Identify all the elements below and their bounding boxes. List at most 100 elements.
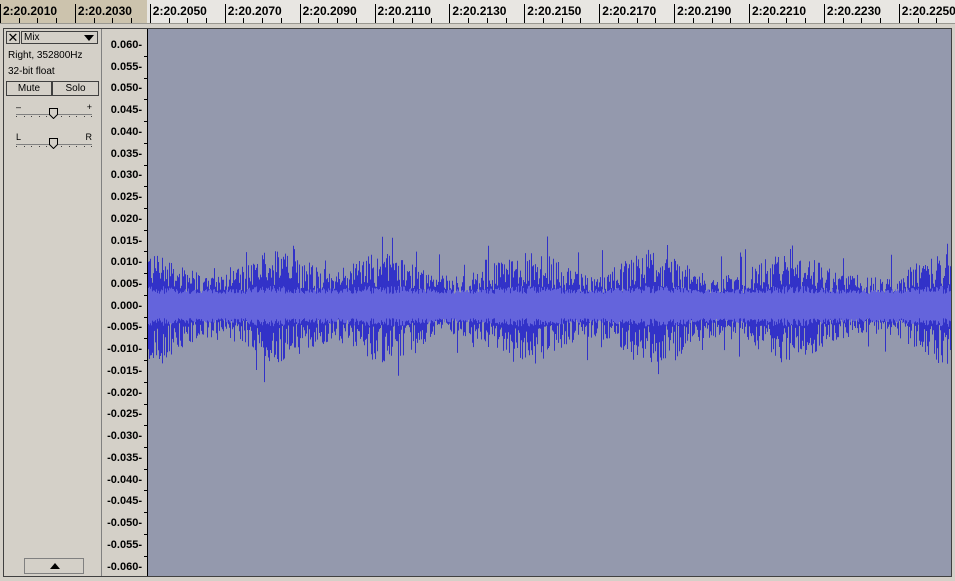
- ruler-minor-tick: [355, 18, 357, 23]
- ruler-minor-tick: [505, 18, 507, 23]
- waveform-rms-path: [148, 285, 951, 327]
- ruler-major-tick: [0, 4, 1, 23]
- ruler-minor-tick: [37, 18, 39, 23]
- amplitude-label: 0.025-: [110, 191, 142, 204]
- ruler-minor-tick: [411, 18, 413, 23]
- amplitude-minor-tick: [144, 229, 147, 231]
- amplitude-label: -0.060-: [107, 560, 142, 573]
- amplitude-minor-tick: [144, 77, 147, 79]
- amplitude-minor-tick: [144, 55, 147, 57]
- amplitude-label: -0.050-: [107, 517, 142, 530]
- ruler-minor-tick: [842, 18, 844, 23]
- amplitude-minor-tick: [144, 207, 147, 209]
- amplitude-label: -0.005-: [107, 321, 142, 334]
- slider-tick-dot: [68, 116, 70, 117]
- amplitude-label: 0.035-: [110, 147, 142, 160]
- slider-tick-dot: [76, 146, 77, 147]
- amplitude-label: 0.050-: [110, 82, 142, 95]
- gain-slider-thumb[interactable]: [49, 108, 58, 119]
- slider-tick-dot: [38, 146, 40, 147]
- pan-left-label: L: [16, 132, 22, 142]
- ruler-minor-tick: [93, 18, 95, 23]
- ruler-major-tick: [149, 4, 151, 23]
- slider-tick-dot: [31, 116, 32, 117]
- amplitude-minor-tick: [144, 251, 147, 253]
- amplitude-label: -0.055-: [107, 538, 142, 551]
- track-name-dropdown[interactable]: Mix: [21, 31, 98, 44]
- ruler-time-label: 2:20.2230: [826, 4, 881, 18]
- amplitude-minor-tick: [144, 121, 147, 123]
- gain-plus-label: +: [86, 102, 92, 112]
- ruler-minor-tick: [636, 18, 638, 23]
- track-control-panel[interactable]: ✕ Mix Right, 352800Hz 32-bit float Mute …: [4, 29, 102, 576]
- ruler-minor-tick: [112, 18, 114, 23]
- amplitude-minor-tick: [144, 360, 147, 362]
- ruler-minor-tick: [561, 18, 563, 23]
- waveform: [148, 236, 951, 383]
- ruler-minor-tick: [711, 18, 713, 23]
- amplitude-label: -0.010-: [107, 343, 142, 356]
- amplitude-minor-tick: [144, 273, 147, 275]
- close-track-button[interactable]: ✕: [6, 31, 20, 44]
- ruler-minor-tick: [692, 18, 694, 23]
- timeline-ruler[interactable]: 2:20.2010 2:20.2030 2:20.2050 2:20.2070 2:20…: [0, 0, 955, 24]
- amplitude-label: -0.035-: [107, 451, 142, 464]
- amplitude-minor-tick: [144, 294, 147, 296]
- ruler-minor-tick: [468, 18, 470, 23]
- ruler-major-tick: [823, 4, 825, 23]
- ruler-time-label: 2:20.2110: [377, 4, 431, 18]
- slider-tick-dot: [23, 146, 25, 147]
- amplitude-minor-tick: [144, 186, 147, 188]
- ruler-minor-tick: [617, 18, 619, 23]
- amplitude-label: -0.015-: [107, 364, 142, 377]
- amplitude-label: -0.030-: [107, 430, 142, 443]
- gain-slider[interactable]: – +: [16, 103, 92, 121]
- slider-tick-dot: [68, 146, 70, 147]
- amplitude-label: -0.025-: [107, 408, 142, 421]
- ruler-major-tick: [749, 4, 750, 23]
- ruler-time-label: 2:20.2210: [752, 4, 807, 18]
- track-channel-rate: Right, 352800Hz: [8, 50, 83, 61]
- ruler-time-label: 2:20.2010: [3, 4, 58, 18]
- slider-tick-dot: [91, 116, 92, 117]
- ruler-minor-tick: [580, 18, 582, 23]
- slider-tick-dot: [16, 116, 17, 117]
- ruler-minor-tick: [936, 18, 938, 23]
- collapse-arrow-icon: [50, 563, 60, 569]
- amplitude-label: 0.060-: [110, 39, 142, 51]
- ruler-minor-tick: [805, 18, 807, 23]
- ruler-minor-tick: [543, 18, 545, 23]
- amplitude-label: 0.000-: [110, 299, 142, 312]
- ruler-minor-tick: [262, 18, 264, 23]
- amplitude-label: 0.030-: [110, 169, 142, 182]
- pan-slider[interactable]: L R: [16, 133, 92, 151]
- mute-button[interactable]: Mute: [6, 81, 52, 96]
- amplitude-minor-tick: [144, 490, 147, 492]
- ruler-minor-tick: [205, 18, 207, 23]
- ruler-minor-tick: [393, 18, 395, 23]
- pan-slider-thumb[interactable]: [49, 138, 58, 149]
- slider-tick-dot: [83, 146, 85, 147]
- amplitude-label: 0.045-: [110, 104, 142, 117]
- ruler-minor-tick: [56, 18, 58, 23]
- slider-tick-dot: [61, 116, 62, 117]
- collapse-track-button[interactable]: [24, 558, 84, 574]
- amplitude-minor-tick: [144, 403, 147, 405]
- ruler-minor-tick: [168, 18, 170, 23]
- amplitude-label: -0.040-: [107, 473, 142, 486]
- amplitude-minor-tick: [144, 164, 147, 166]
- amplitude-ruler[interactable]: 0.060- 0.055- 0.050- 0.045- 0.040- 0.035- 0.03…: [102, 29, 148, 576]
- ruler-minor-tick: [243, 18, 245, 23]
- amplitude-minor-tick: [144, 447, 147, 448]
- amplitude-minor-tick: [144, 338, 147, 340]
- amplitude-minor-tick: [144, 142, 147, 144]
- slider-tick-dot: [76, 116, 77, 117]
- amplitude-label: 0.040-: [110, 125, 142, 138]
- solo-button[interactable]: Solo: [52, 81, 99, 96]
- slider-tick-dot: [91, 146, 92, 147]
- slider-tick-dot: [46, 146, 47, 147]
- amplitude-minor-tick: [144, 425, 147, 427]
- slider-tick-dot: [31, 146, 32, 147]
- waveform-display[interactable]: [148, 29, 951, 576]
- amplitude-label: -0.045-: [107, 495, 142, 508]
